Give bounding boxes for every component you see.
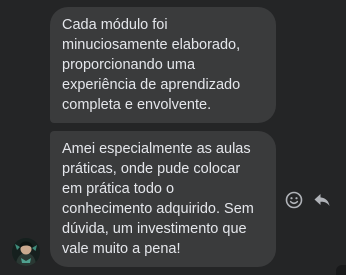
- message-bubble[interactable]: Amei especialmente as aulas práticas, on…: [50, 131, 276, 267]
- smiley-face-icon[interactable]: [284, 190, 304, 210]
- reply-arrow-icon[interactable]: [312, 190, 332, 210]
- avatar[interactable]: [12, 238, 40, 266]
- window-corner: [336, 265, 346, 275]
- message-bubble[interactable]: Cada módulo foi minuciosamente elaborado…: [50, 7, 276, 123]
- message-thread: Cada módulo foi minuciosamente elaborado…: [0, 0, 346, 275]
